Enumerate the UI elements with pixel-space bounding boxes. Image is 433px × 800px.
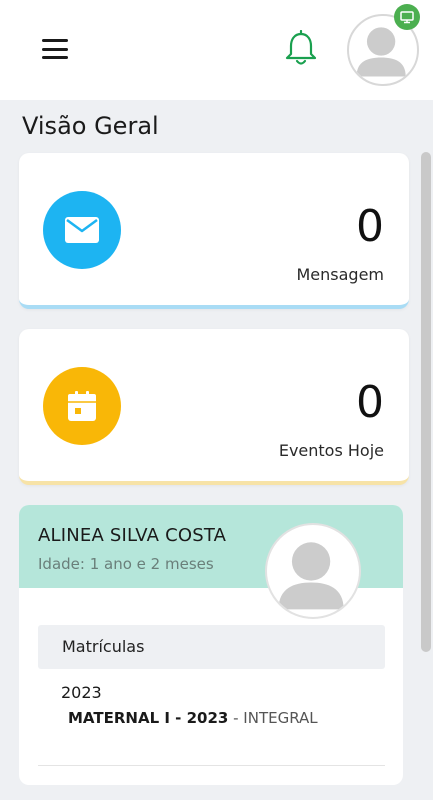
menu-line xyxy=(42,39,68,42)
messages-label: Mensagem xyxy=(296,265,384,284)
menu-line xyxy=(42,47,68,51)
enrollment-class-row[interactable]: MATERNAL I - 2023 - INTEGRAL xyxy=(68,709,318,727)
bell-icon[interactable] xyxy=(283,30,319,68)
messages-card[interactable]: 0 Mensagem xyxy=(19,153,409,309)
envelope-icon xyxy=(43,191,121,269)
top-bar xyxy=(0,0,433,100)
menu-line xyxy=(42,56,68,59)
events-label: Eventos Hoje xyxy=(278,441,384,460)
calendar-glyph xyxy=(68,391,96,421)
hamburger-menu-icon[interactable] xyxy=(42,39,68,59)
student-age: Idade: 1 ano e 2 meses xyxy=(38,555,214,573)
student-card[interactable]: ALINEA SILVA COSTA Idade: 1 ano e 2 mese… xyxy=(19,505,403,785)
calendar-icon xyxy=(43,367,121,445)
student-name: ALINEA SILVA COSTA xyxy=(38,525,227,546)
divider xyxy=(38,765,385,766)
scrollbar[interactable] xyxy=(421,152,431,800)
page-title: Visão Geral xyxy=(22,112,159,140)
enrollment-year: 2023 xyxy=(61,683,102,702)
scrollbar-thumb[interactable] xyxy=(421,152,431,652)
enrollment-class-name: MATERNAL I - 2023 xyxy=(68,709,229,727)
events-count: 0 xyxy=(356,377,384,428)
enrollment-period: INTEGRAL xyxy=(243,709,318,727)
enrollments-title: Matrículas xyxy=(62,637,145,656)
envelope-glyph xyxy=(65,217,99,243)
events-card[interactable]: 0 Eventos Hoje xyxy=(19,329,409,485)
enrollments-header: Matrículas xyxy=(38,625,385,669)
student-avatar-silhouette xyxy=(278,542,344,610)
enrollment-separator: - xyxy=(228,709,244,727)
student-avatar-icon[interactable] xyxy=(265,523,361,619)
messages-count: 0 xyxy=(356,201,384,252)
monitor-glyph xyxy=(400,11,414,24)
monitor-icon[interactable] xyxy=(394,4,420,30)
